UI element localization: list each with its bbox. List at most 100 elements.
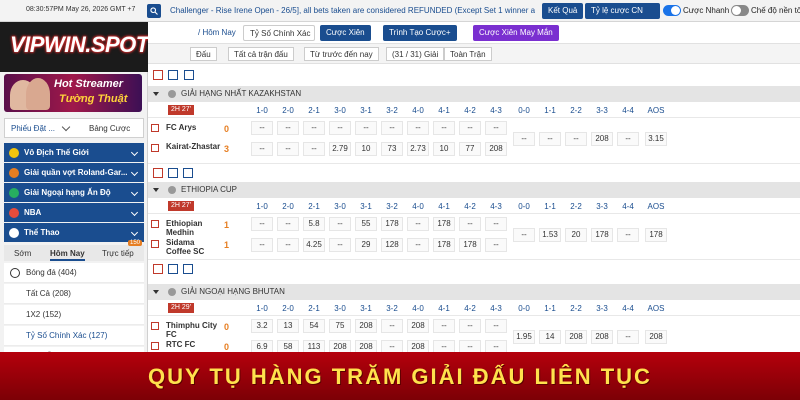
odds-cell[interactable]: -- (485, 238, 507, 252)
grid-icon[interactable] (153, 168, 163, 178)
odds-cell[interactable]: 208 (485, 142, 507, 156)
odds-cell[interactable]: 128 (381, 238, 403, 252)
odds-cell[interactable]: -- (617, 132, 639, 146)
collapse-icon[interactable] (153, 92, 159, 96)
odds-cell[interactable]: -- (485, 121, 507, 135)
tab-bet-list[interactable]: Bảng Cược (89, 124, 130, 133)
bet-icon[interactable] (151, 220, 159, 228)
odds-cell[interactable]: -- (513, 228, 535, 242)
odds-cell[interactable]: -- (277, 217, 299, 231)
odds-cell[interactable]: 13 (277, 319, 299, 333)
bet-icon[interactable] (151, 322, 159, 330)
sidebar-section-world-cup[interactable]: Vô Địch Thế Giới (4, 143, 144, 162)
odds-cell[interactable]: 73 (381, 142, 403, 156)
odds-cell[interactable]: -- (459, 217, 481, 231)
odds-cell[interactable]: 10 (355, 142, 377, 156)
odds-cell[interactable]: -- (251, 217, 273, 231)
odds-cell[interactable]: -- (251, 238, 273, 252)
sidebar-section-sports[interactable]: Thể Thao (4, 223, 144, 242)
odds-cell[interactable]: 208 (591, 330, 613, 344)
chart-icon[interactable] (183, 264, 193, 274)
calendar-icon[interactable] (168, 168, 178, 178)
quick-bet-toggle[interactable] (663, 5, 681, 16)
odds-cell[interactable]: 10 (433, 142, 455, 156)
odds-cell[interactable]: -- (329, 217, 351, 231)
odds-cell[interactable]: 3.2 (251, 319, 273, 333)
sort-select[interactable]: Đấu (190, 47, 217, 61)
tab-today[interactable]: Hôm Nay (50, 249, 85, 261)
league-header[interactable]: GIẢI NGOẠI HẠNG BHUTAN (148, 284, 800, 300)
odds-cell[interactable]: 4.25 (303, 238, 325, 252)
odds-cell[interactable]: -- (251, 142, 273, 156)
odds-cell[interactable]: -- (407, 121, 429, 135)
odds-cell[interactable]: 178 (459, 238, 481, 252)
odds-cell[interactable]: -- (277, 238, 299, 252)
bet-icon[interactable] (151, 124, 159, 132)
market-1x2[interactable]: 1X2 (152) (4, 305, 144, 325)
odds-cell[interactable]: -- (485, 319, 507, 333)
market-correct-score[interactable]: Tỷ Số Chính Xác (127) (4, 326, 144, 346)
odds-cell[interactable]: -- (329, 238, 351, 252)
odds-cell[interactable]: -- (565, 132, 587, 146)
league-header[interactable]: ETHIOPIA CUP (148, 182, 800, 198)
odds-cell[interactable]: 29 (355, 238, 377, 252)
odds-cell[interactable]: 208 (591, 132, 613, 146)
odds-cell[interactable]: -- (459, 121, 481, 135)
results-button[interactable]: Kết Quả (542, 3, 584, 19)
odds-cell[interactable]: 54 (303, 319, 325, 333)
bet-builder-button[interactable]: Trình Tạo Cược+ (383, 25, 457, 41)
odds-cell[interactable]: -- (355, 121, 377, 135)
odds-cell[interactable]: 208 (645, 330, 667, 344)
odds-cell[interactable]: -- (539, 132, 561, 146)
odds-cell[interactable]: -- (329, 121, 351, 135)
league-count[interactable]: (31 / 31) Giải (386, 47, 445, 61)
tab-live[interactable]: Trực tiếp (102, 249, 134, 258)
odds-cell[interactable]: -- (381, 319, 403, 333)
calendar-icon[interactable] (168, 264, 178, 274)
odds-cell[interactable]: -- (251, 121, 273, 135)
grid-icon[interactable] (153, 70, 163, 80)
grid-icon[interactable] (153, 264, 163, 274)
market-select[interactable]: Tỷ Số Chính Xác (243, 25, 315, 41)
odds-cell[interactable]: 2.79 (329, 142, 351, 156)
market-all[interactable]: Tất Cả (208) (4, 284, 144, 304)
odds-cell[interactable]: -- (407, 217, 429, 231)
logo[interactable]: VIPWIN.SPOT (0, 22, 149, 72)
period-select[interactable]: Từ trước đến nay (304, 47, 379, 61)
odds-cell[interactable]: 20 (565, 228, 587, 242)
sidebar-section-nba[interactable]: NBA (4, 203, 144, 222)
chevron-down-icon[interactable] (61, 122, 71, 132)
sidebar-section-india[interactable]: Giải Ngoại hạng Ấn Độ (4, 183, 144, 202)
odds-cell[interactable]: 178 (433, 238, 455, 252)
odds-cell[interactable]: -- (277, 121, 299, 135)
odds-cell[interactable]: -- (303, 121, 325, 135)
search-button[interactable] (147, 4, 161, 18)
odds-cell[interactable]: 178 (433, 217, 455, 231)
bet-icon[interactable] (151, 144, 159, 152)
odds-cell[interactable]: -- (459, 319, 481, 333)
odds-cell[interactable]: 1.95 (513, 330, 535, 344)
odds-cell[interactable]: 178 (591, 228, 613, 242)
odds-cell[interactable]: -- (303, 142, 325, 156)
fulltime-select[interactable]: Toàn Trận (444, 47, 492, 61)
calendar-icon[interactable] (168, 70, 178, 80)
chart-icon[interactable] (184, 70, 194, 80)
night-mode-toggle[interactable] (731, 5, 749, 16)
chart-icon[interactable] (183, 168, 193, 178)
odds-cell[interactable]: 14 (539, 330, 561, 344)
odds-cell[interactable]: -- (617, 330, 639, 344)
odds-select[interactable]: Tỷ lệ cược CN (585, 3, 660, 19)
odds-cell[interactable]: 75 (329, 319, 351, 333)
odds-cell[interactable]: 178 (381, 217, 403, 231)
sidebar-section-roland-garros[interactable]: Giải quần vợt Roland-Gar... (4, 163, 144, 182)
odds-cell[interactable]: 55 (355, 217, 377, 231)
odds-cell[interactable]: 2.73 (407, 142, 429, 156)
odds-cell[interactable]: -- (513, 132, 535, 146)
tab-betslip[interactable]: Phiếu Đặt ... (11, 124, 55, 133)
odds-cell[interactable]: -- (381, 121, 403, 135)
odds-cell[interactable]: 3.15 (645, 132, 667, 146)
league-header[interactable]: GIẢI HẠNG NHẤT KAZAKHSTAN (148, 86, 800, 102)
collapse-icon[interactable] (153, 290, 159, 294)
collapse-icon[interactable] (153, 188, 159, 192)
promo-banner[interactable]: Hot Streamer Tường Thuật (4, 74, 142, 112)
